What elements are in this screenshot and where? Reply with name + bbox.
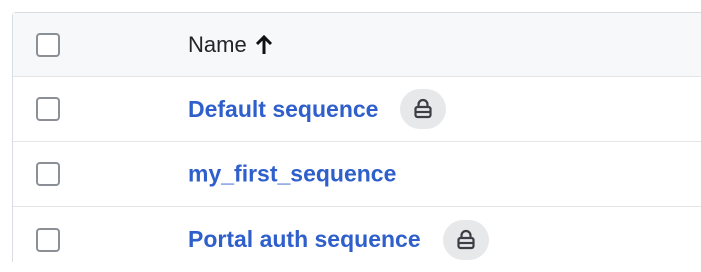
table-row: my_first_sequence [13,142,701,207]
sequence-link[interactable]: Portal auth sequence [188,226,421,253]
table-row: Portal auth sequence [13,207,701,272]
arrow-up-icon [255,34,273,55]
row-checkbox[interactable] [36,97,60,121]
name-cell: my_first_sequence [188,161,396,188]
row-checkbox[interactable] [36,227,60,252]
select-all-checkbox[interactable] [36,32,60,57]
table-header-row: Name [13,13,701,77]
row-checkbox[interactable] [36,162,60,186]
sequences-table: Name Default sequence my_first_sequence … [12,12,701,262]
name-cell: Portal auth sequence [188,219,489,260]
table-row: Default sequence [13,77,701,142]
name-column-label: Name [188,31,247,57]
lock-icon [400,89,447,129]
sequence-link[interactable]: my_first_sequence [188,161,396,188]
sequence-link[interactable]: Default sequence [188,96,378,123]
lock-icon [442,219,489,260]
name-cell: Default sequence [188,89,447,129]
name-column-header[interactable]: Name [188,32,273,58]
